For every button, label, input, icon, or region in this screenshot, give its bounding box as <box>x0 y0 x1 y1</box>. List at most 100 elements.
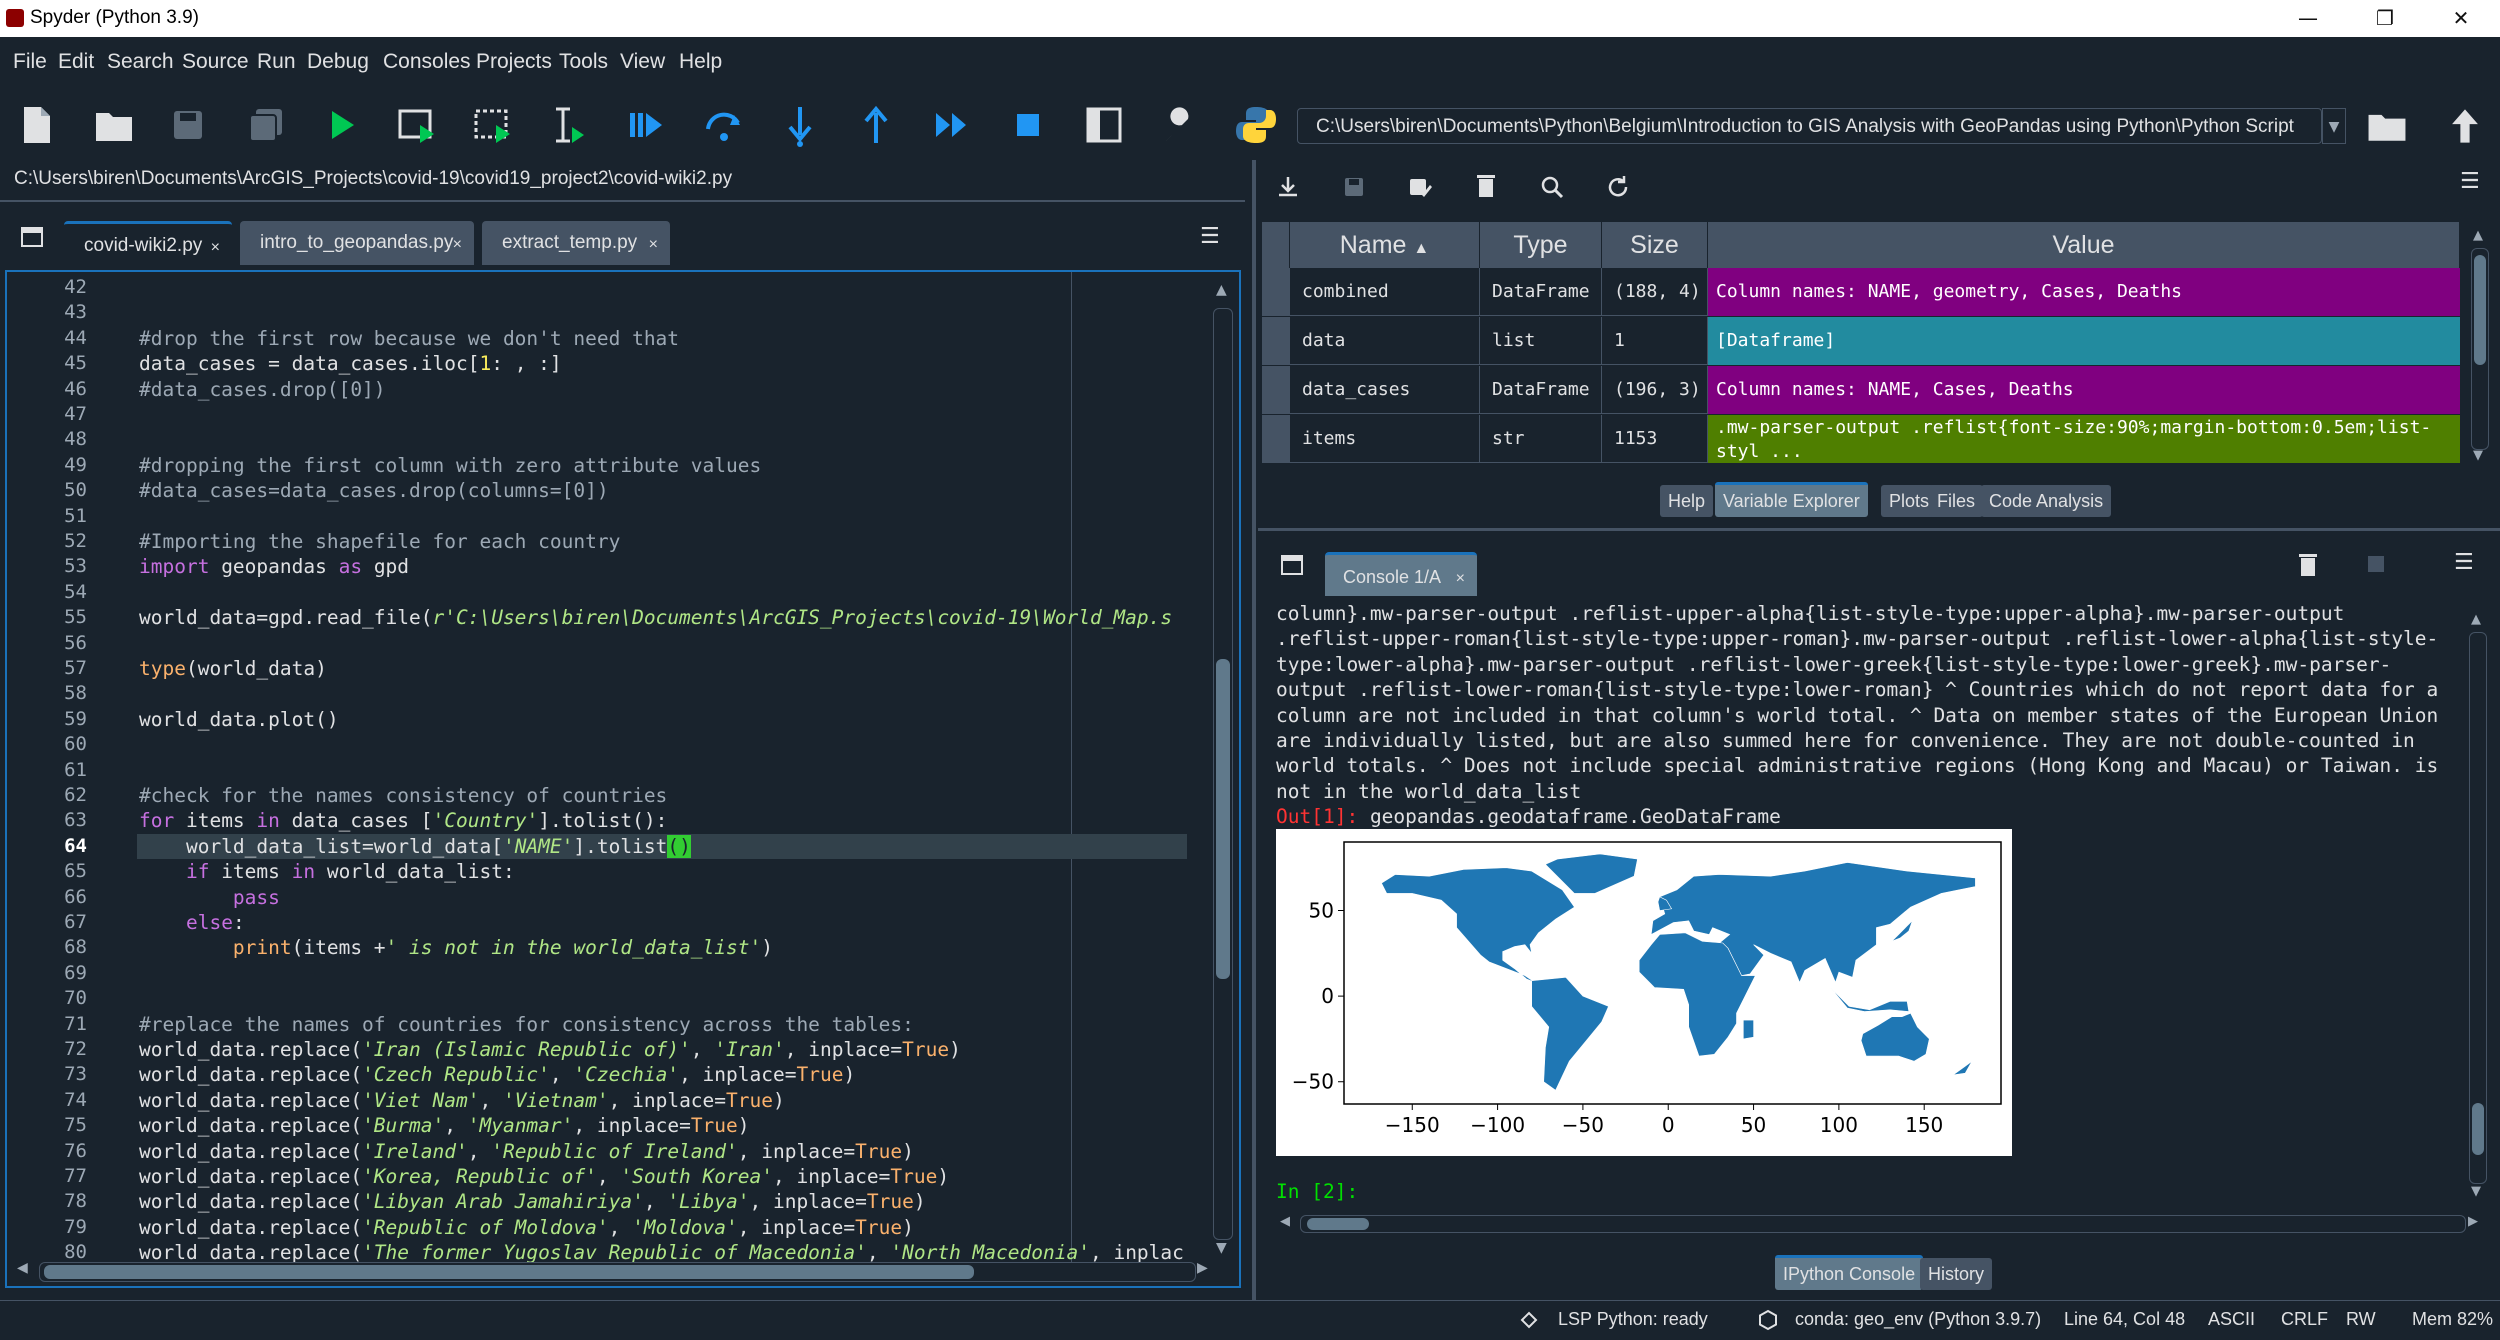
scrollbar-thumb[interactable] <box>1216 659 1230 979</box>
variable-size[interactable]: (196, 3) <box>1602 366 1708 414</box>
step-return-icon[interactable] <box>850 99 902 151</box>
column-header-value[interactable]: Value <box>1708 222 2460 268</box>
minimize-icon[interactable]: — <box>2283 4 2333 32</box>
scrollbar-thumb[interactable] <box>1307 1218 1369 1230</box>
scroll-right-icon[interactable]: ▶ <box>1197 1260 1208 1276</box>
tab-covid-wiki2[interactable]: covid-wiki2.py × <box>64 221 232 265</box>
tab-files[interactable]: Files <box>1929 485 1984 517</box>
table-vertical-scrollbar[interactable] <box>2471 248 2489 450</box>
lsp-status[interactable]: LSP Python: ready <box>1558 1309 1708 1330</box>
menu-edit[interactable]: Edit <box>58 50 94 74</box>
tab-history[interactable]: History <box>1920 1258 1993 1290</box>
tab-help[interactable]: Help <box>1660 485 1714 517</box>
variable-value[interactable]: .mw-parser-output .reflist{font-size:90%… <box>1708 415 2460 463</box>
menu-source[interactable]: Source <box>182 50 249 74</box>
scroll-up-icon[interactable]: ▲ <box>2473 228 2483 243</box>
remove-variables-icon[interactable] <box>2296 550 2320 580</box>
editor-options-menu-icon[interactable]: ☰ <box>1200 224 1220 249</box>
save-data-as-icon[interactable] <box>1406 173 1434 201</box>
scroll-up-icon[interactable]: ▲ <box>1216 282 1227 298</box>
continue-icon[interactable] <box>926 99 978 151</box>
conda-env-status[interactable]: conda: geo_env (Python 3.9.7) <box>1795 1309 2041 1330</box>
menu-tools[interactable]: Tools <box>559 50 608 74</box>
save-data-icon[interactable] <box>1340 173 1368 201</box>
editor-horizontal-scrollbar[interactable] <box>39 1262 1196 1282</box>
close-tab-icon[interactable]: × <box>649 223 658 267</box>
tab-console-1a[interactable]: Console 1/A × <box>1325 552 1477 596</box>
scroll-left-icon[interactable]: ◀ <box>17 1260 28 1276</box>
save-all-icon[interactable] <box>240 99 292 151</box>
main-splitter[interactable] <box>1252 160 1256 1300</box>
open-file-icon[interactable] <box>88 99 140 151</box>
tab-variable-explorer[interactable]: Variable Explorer <box>1715 482 1868 517</box>
tab-extract-temp[interactable]: extract_temp.py × <box>482 221 670 265</box>
interrupt-kernel-icon[interactable] <box>2368 556 2384 572</box>
scrollbar-thumb[interactable] <box>44 1265 974 1279</box>
run-selection-icon[interactable] <box>542 99 594 151</box>
menu-run[interactable]: Run <box>257 50 296 74</box>
variable-value[interactable]: Column names: NAME, Cases, Deaths <box>1708 366 2460 414</box>
tab-code-analysis[interactable]: Code Analysis <box>1981 485 2112 517</box>
stop-debug-icon[interactable] <box>1002 99 1054 151</box>
scroll-up-icon[interactable]: ▲ <box>2471 612 2481 627</box>
preferences-wrench-icon[interactable] <box>1154 99 1206 151</box>
console-options-menu-icon[interactable]: ☰ <box>2454 550 2474 575</box>
close-icon[interactable]: ✕ <box>2436 4 2486 32</box>
step-over-icon[interactable] <box>698 99 750 151</box>
variable-size[interactable]: 1153 <box>1602 415 1708 463</box>
pane-options-menu-icon[interactable]: ☰ <box>2460 169 2480 194</box>
scroll-down-icon[interactable]: ▼ <box>2473 448 2483 463</box>
refresh-icon[interactable] <box>1604 173 1632 201</box>
restore-icon[interactable]: ❐ <box>2360 4 2410 32</box>
row-header[interactable] <box>1262 317 1290 366</box>
scroll-down-icon[interactable]: ▼ <box>2471 1184 2481 1199</box>
menu-debug[interactable]: Debug <box>307 50 369 74</box>
parent-directory-icon[interactable] <box>2440 102 2490 150</box>
tab-intro-to-geopandas[interactable]: intro_to_geopandas.py × <box>240 221 474 265</box>
close-tab-icon[interactable]: × <box>453 223 462 267</box>
variable-value[interactable]: [Dataframe] <box>1708 317 2460 365</box>
close-console-icon[interactable]: × <box>1456 557 1465 601</box>
maximize-pane-icon[interactable] <box>1078 99 1130 151</box>
variable-name[interactable]: items <box>1290 415 1480 463</box>
menu-consoles[interactable]: Consoles <box>383 50 471 74</box>
column-header-name[interactable]: Name ▲ <box>1290 222 1480 268</box>
debug-icon[interactable] <box>620 99 672 151</box>
variable-name[interactable]: combined <box>1290 268 1480 316</box>
row-header[interactable] <box>1262 415 1290 464</box>
variable-size[interactable]: 1 <box>1602 317 1708 365</box>
row-header[interactable] <box>1262 268 1290 317</box>
run-cell-icon[interactable] <box>392 99 444 151</box>
scrollbar-thumb[interactable] <box>2474 255 2486 365</box>
tab-ipython-console[interactable]: IPython Console <box>1775 1255 1924 1290</box>
console-horizontal-scrollbar[interactable] <box>1300 1215 2466 1233</box>
run-cell-advance-icon[interactable] <box>468 99 520 151</box>
working-directory-dropdown[interactable]: ▼ <box>2322 108 2346 144</box>
scroll-right-icon[interactable]: ▶ <box>2468 1214 2478 1229</box>
close-tab-icon[interactable]: × <box>211 226 220 270</box>
menu-file[interactable]: File <box>13 50 47 74</box>
run-icon[interactable] <box>316 99 368 151</box>
right-splitter[interactable] <box>1258 528 2500 531</box>
variable-type[interactable]: DataFrame <box>1480 366 1602 414</box>
search-icon[interactable] <box>1538 173 1566 201</box>
menu-search[interactable]: Search <box>107 50 174 74</box>
column-header-size[interactable]: Size <box>1602 222 1708 268</box>
save-icon[interactable] <box>162 99 214 151</box>
console-vertical-scrollbar[interactable] <box>2469 632 2487 1184</box>
variable-type[interactable]: DataFrame <box>1480 268 1602 316</box>
browse-tabs-icon[interactable] <box>20 226 46 250</box>
import-data-icon[interactable] <box>1274 173 1302 201</box>
console-in-prompt[interactable]: In [2]: <box>1276 1180 1358 1203</box>
variable-type[interactable]: list <box>1480 317 1602 365</box>
working-directory-input[interactable]: C:\Users\biren\Documents\Python\Belgium\… <box>1297 108 2322 144</box>
browse-folder-icon[interactable] <box>2362 102 2412 150</box>
step-into-icon[interactable] <box>774 99 826 151</box>
row-header[interactable] <box>1262 366 1290 415</box>
variable-name[interactable]: data_cases <box>1290 366 1480 414</box>
variable-type[interactable]: str <box>1480 415 1602 463</box>
variable-name[interactable]: data <box>1290 317 1480 365</box>
code-editor[interactable]: 42 43 44 45 46 47 48 49 50 51 52 53 54 5… <box>5 270 1241 1288</box>
new-file-icon[interactable] <box>10 99 62 151</box>
menu-help[interactable]: Help <box>679 50 722 74</box>
